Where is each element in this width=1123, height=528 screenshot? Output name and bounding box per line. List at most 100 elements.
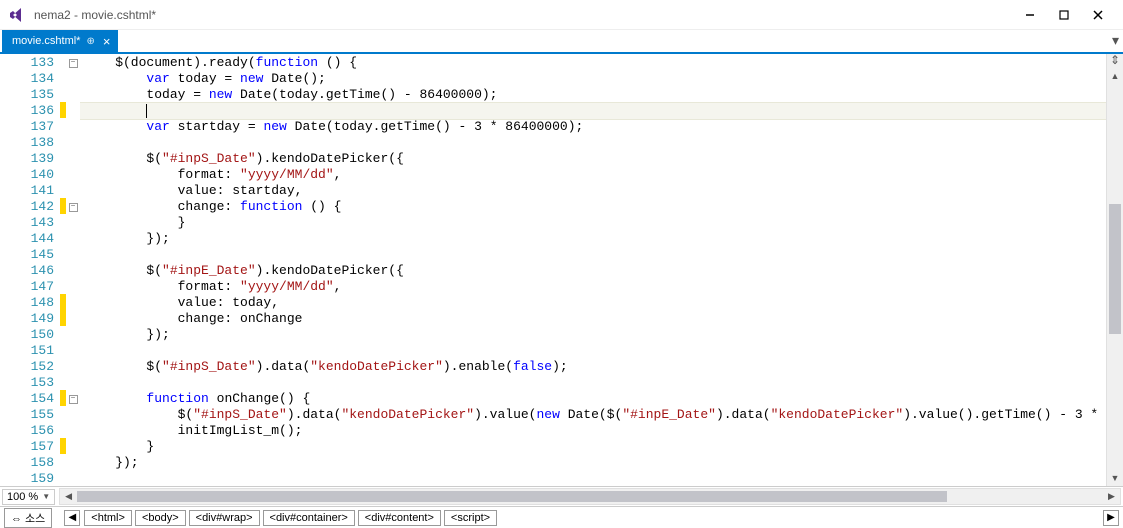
breadcrumb-prev-icon[interactable]: ◀ xyxy=(64,510,80,526)
line-number: 141 xyxy=(0,183,54,199)
line-number: 150 xyxy=(0,327,54,343)
code-line[interactable] xyxy=(80,343,1106,359)
vertical-scrollbar[interactable]: ⇕ ▲ ▼ xyxy=(1106,54,1123,486)
code-line[interactable]: initImgList_m(); xyxy=(80,423,1106,439)
line-number: 135 xyxy=(0,87,54,103)
fold-cell xyxy=(66,311,80,327)
breadcrumb-item[interactable]: <div#container> xyxy=(263,510,355,526)
breadcrumb-item[interactable]: <html> xyxy=(84,510,132,526)
hscroll-thumb[interactable] xyxy=(77,491,947,502)
fold-cell xyxy=(66,71,80,87)
code-area[interactable]: $(document).ready(function () { var toda… xyxy=(80,54,1106,486)
tab-strip: movie.cshtml* ⊕ × ▾ xyxy=(0,30,1123,54)
line-number: 159 xyxy=(0,471,54,487)
scroll-right-icon[interactable]: ▶ xyxy=(1103,489,1120,504)
scroll-up-icon[interactable]: ▲ xyxy=(1107,67,1123,84)
chevron-down-icon[interactable]: ▼ xyxy=(42,492,50,501)
line-number: 152 xyxy=(0,359,54,375)
tab-label: movie.cshtml* xyxy=(12,35,80,47)
code-line[interactable]: $("#inpE_Date").kendoDatePicker({ xyxy=(80,263,1106,279)
line-number: 140 xyxy=(0,167,54,183)
line-number: 155 xyxy=(0,407,54,423)
maximize-button[interactable] xyxy=(1047,3,1081,27)
split-grip-icon[interactable]: ▾ xyxy=(1112,32,1119,49)
line-number: 137 xyxy=(0,119,54,135)
line-number: 143 xyxy=(0,215,54,231)
line-number: 151 xyxy=(0,343,54,359)
line-number: 149 xyxy=(0,311,54,327)
pin-icon[interactable]: ⊕ xyxy=(86,36,94,47)
breadcrumb-next-icon[interactable]: ▶ xyxy=(1103,510,1119,526)
breadcrumb-item[interactable]: <script> xyxy=(444,510,497,526)
tab-movie-cshtml[interactable]: movie.cshtml* ⊕ × xyxy=(2,30,118,52)
split-icon[interactable]: ⇕ xyxy=(1110,53,1120,67)
minimize-button[interactable] xyxy=(1013,3,1047,27)
fold-cell xyxy=(66,455,80,471)
fold-cell xyxy=(66,231,80,247)
breadcrumb-item[interactable]: <div#content> xyxy=(358,510,441,526)
close-button[interactable] xyxy=(1081,3,1115,27)
code-line[interactable]: $("#inpS_Date").kendoDatePicker({ xyxy=(80,151,1106,167)
code-line[interactable]: }); xyxy=(80,327,1106,343)
code-line[interactable]: change: onChange xyxy=(80,311,1106,327)
fold-column: − − − xyxy=(66,54,80,486)
code-line[interactable]: $("#inpS_Date").data("kendoDatePicker").… xyxy=(80,407,1106,423)
line-number: 133 xyxy=(0,55,54,71)
code-line[interactable] xyxy=(80,135,1106,151)
fold-cell xyxy=(66,423,80,439)
scrollbar-thumb[interactable] xyxy=(1109,204,1121,334)
line-number: 145 xyxy=(0,247,54,263)
code-line[interactable]: change: function () { xyxy=(80,199,1106,215)
line-number: 147 xyxy=(0,279,54,295)
fold-toggle-icon[interactable]: − xyxy=(69,395,78,404)
fold-cell xyxy=(66,407,80,423)
code-line[interactable]: today = new Date(today.getTime() - 86400… xyxy=(80,87,1106,103)
line-number: 144 xyxy=(0,231,54,247)
fold-cell xyxy=(66,87,80,103)
vs-logo-icon xyxy=(8,6,26,24)
window-title: nema2 - movie.cshtml* xyxy=(34,8,1013,22)
code-line[interactable]: value: startday, xyxy=(80,183,1106,199)
code-line[interactable]: } xyxy=(80,439,1106,455)
scroll-down-icon[interactable]: ▼ xyxy=(1107,469,1123,486)
line-number: 148 xyxy=(0,295,54,311)
code-line[interactable] xyxy=(80,103,1106,119)
code-line[interactable]: value: today, xyxy=(80,295,1106,311)
code-line[interactable]: $(document).ready(function () { xyxy=(80,55,1106,71)
code-line[interactable]: } xyxy=(80,215,1106,231)
breadcrumb-item[interactable]: <body> xyxy=(135,510,186,526)
fold-cell xyxy=(66,471,80,487)
zoom-value: 100 % xyxy=(7,491,38,503)
zoom-level[interactable]: 100 % ▼ xyxy=(2,489,55,505)
code-line[interactable]: }); xyxy=(80,231,1106,247)
tab-close-icon[interactable]: × xyxy=(101,34,113,49)
scroll-left-icon[interactable]: ◀ xyxy=(60,489,77,504)
fold-toggle-icon[interactable]: − xyxy=(69,203,78,212)
editor: 1331341351361371381391401411421431441451… xyxy=(0,54,1123,486)
line-number: 138 xyxy=(0,135,54,151)
breadcrumb-item[interactable]: <div#wrap> xyxy=(189,510,260,526)
line-number: 146 xyxy=(0,263,54,279)
code-line[interactable]: format: "yyyy/MM/dd", xyxy=(80,167,1106,183)
fold-cell xyxy=(66,359,80,375)
fold-cell xyxy=(66,439,80,455)
code-line[interactable] xyxy=(80,375,1106,391)
fold-cell: − xyxy=(66,199,80,215)
code-line[interactable]: format: "yyyy/MM/dd", xyxy=(80,279,1106,295)
fold-toggle-icon[interactable]: − xyxy=(69,59,78,68)
horizontal-scrollbar[interactable]: ◀ ▶ xyxy=(59,488,1121,505)
code-line[interactable]: var startday = new Date(today.getTime() … xyxy=(80,119,1106,135)
code-line[interactable]: var today = new Date(); xyxy=(80,71,1106,87)
fold-cell xyxy=(66,119,80,135)
fold-cell xyxy=(66,295,80,311)
code-line[interactable]: }); xyxy=(80,455,1106,471)
code-line[interactable] xyxy=(80,247,1106,263)
line-number: 142 xyxy=(0,199,54,215)
fold-cell xyxy=(66,263,80,279)
fold-cell xyxy=(66,135,80,151)
line-number: 156 xyxy=(0,423,54,439)
code-line[interactable] xyxy=(80,471,1106,486)
code-line[interactable]: function onChange() { xyxy=(80,391,1106,407)
line-number: 158 xyxy=(0,455,54,471)
code-line[interactable]: $("#inpS_Date").data("kendoDatePicker").… xyxy=(80,359,1106,375)
